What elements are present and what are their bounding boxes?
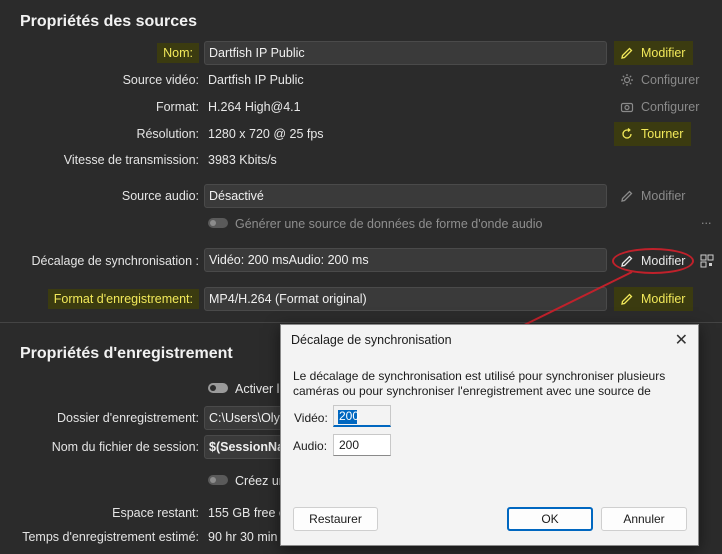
time-label: Temps d'enregistrement estimé: [22,530,199,544]
cancel-button[interactable]: Annuler [601,507,687,531]
resolution-value: 1280 x 720 @ 25 fps [208,127,324,141]
rotate-label: Tourner [641,127,684,141]
activate-toggle[interactable] [208,383,228,393]
audio-source-label: Source audio: [121,189,199,203]
close-icon[interactable]: ✕ [675,330,688,350]
dialog-title: Décalage de synchronisation [291,333,452,347]
recording-section-title: Propriétés d'enregistrement [20,345,233,362]
bitrate-label: Vitesse de transmission: [63,153,199,167]
name-modify-button[interactable]: Modifier [614,41,694,65]
audio-source-modify-label: Modifier [641,189,686,203]
video-source-configure-label: Configurer [641,73,700,87]
qr-icon[interactable] [700,254,714,268]
name-modify-label: Modifier [641,46,686,60]
format-label: Format: [155,100,199,114]
format-configure-button[interactable]: Configurer [614,95,707,119]
video-source-label: Source vidéo: [122,73,199,87]
pencil-icon [621,47,633,59]
video-source-configure-button[interactable]: Configurer [614,68,707,92]
rec-format-label: Format d'enregistrement: [47,289,199,309]
rotate-icon [622,128,632,139]
rotate-button[interactable]: Tourner [614,122,692,146]
more-options-button[interactable]: ... [701,213,711,227]
camera-icon [620,102,634,113]
waveform-toggle-label: Générer une source de données de forme d… [235,217,543,231]
audio-offset-label: Audio: [293,439,328,453]
time-value: 90 hr 30 min [208,530,278,544]
session-name-label: Nom du fichier de session: [51,440,199,454]
format-value: H.264 High@4.1 [208,100,301,114]
folder-label: Dossier d'enregistrement: [56,411,199,425]
space-value: 155 GB free o [208,506,286,520]
name-label: Nom: [157,43,199,63]
video-offset-input[interactable] [333,405,391,427]
sync-offset-label: Décalage de synchronisation : [31,254,199,268]
dialog-description: Le décalage de synchronisation est utili… [293,369,666,398]
gear-icon [621,74,633,86]
audio-source-modify-button[interactable]: Modifier [614,184,693,208]
bitrate-value: 3983 Kbits/s [208,153,277,167]
dialog-titlebar: Décalage de synchronisation ✕ [281,325,698,355]
pencil-icon [621,190,633,202]
create-label: Créez ur [235,474,283,488]
rec-format-modify-label: Modifier [641,292,686,306]
resolution-label: Résolution: [136,127,199,141]
create-toggle[interactable] [208,475,228,485]
format-configure-label: Configurer [641,100,700,114]
restore-button[interactable]: Restaurer [293,507,378,531]
sync-offset-dialog: Décalage de synchronisation ✕ Le décalag… [280,324,699,546]
audio-source-field[interactable]: Désactivé [204,184,607,208]
space-label: Espace restant: [112,506,199,520]
video-source-value: Dartfish IP Public [208,73,304,87]
waveform-toggle[interactable] [208,218,228,228]
video-offset-label: Vidéo: [294,411,328,425]
ok-button[interactable]: OK [507,507,593,531]
name-field[interactable]: Dartfish IP Public [204,41,607,65]
sources-section-title: Propriétés des sources [20,13,197,30]
audio-offset-input[interactable] [333,434,391,456]
activate-label: Activer l' [235,382,282,396]
